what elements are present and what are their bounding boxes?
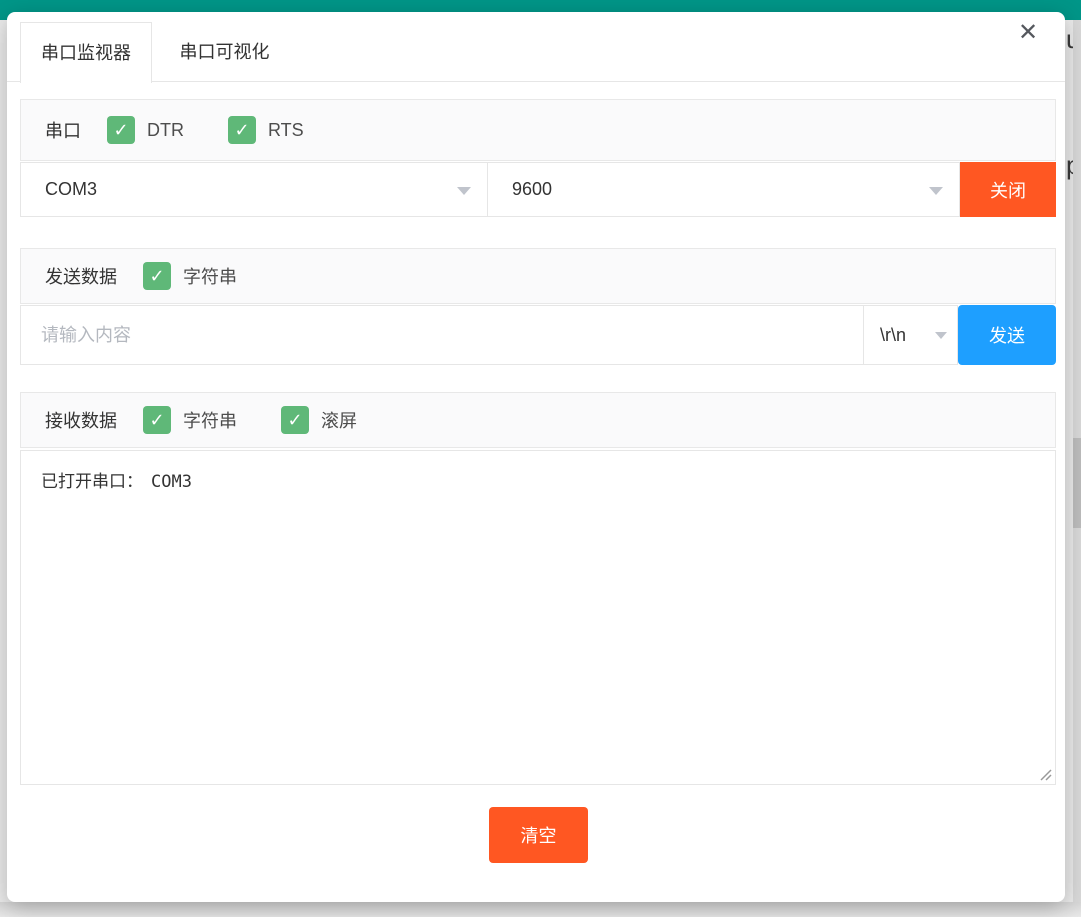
tab-serial-monitor[interactable]: 串口监视器 bbox=[20, 22, 152, 83]
line-ending-select[interactable]: \r\n bbox=[863, 305, 958, 365]
autoscroll-checkbox[interactable]: ✓ bbox=[281, 406, 309, 434]
dialog-tabbar: 串口监视器 串口可视化 bbox=[7, 22, 1065, 82]
serial-section-header: 串口 ✓ DTR ✓ RTS bbox=[20, 99, 1056, 161]
receive-string-checkbox-label[interactable]: 字符串 bbox=[183, 407, 237, 433]
close-port-button[interactable]: 关闭 bbox=[960, 162, 1056, 217]
background-page-bottom bbox=[0, 902, 1081, 917]
serial-port-row: COM3 9600 关闭 bbox=[20, 162, 1056, 217]
clear-button[interactable]: 清空 bbox=[489, 807, 588, 863]
serial-monitor-dialog: 串口监视器 串口可视化 ✕ 串口 ✓ DTR ✓ RTS COM3 9600 关… bbox=[7, 12, 1065, 902]
tab-serial-visualizer[interactable]: 串口可视化 bbox=[152, 22, 297, 82]
receive-section-header: 接收数据 ✓ 字符串 ✓ 滚屏 bbox=[20, 392, 1056, 448]
log-line: 已打开串口： COM3 bbox=[41, 467, 1035, 492]
send-section-header: 发送数据 ✓ 字符串 bbox=[20, 248, 1056, 304]
chevron-down-icon bbox=[935, 332, 947, 339]
dtr-checkbox-label[interactable]: DTR bbox=[147, 120, 184, 141]
serial-section-title: 串口 bbox=[45, 117, 81, 143]
receive-string-checkbox[interactable]: ✓ bbox=[143, 406, 171, 434]
autoscroll-checkbox-label[interactable]: 滚屏 bbox=[321, 407, 357, 433]
chevron-down-icon bbox=[929, 187, 943, 195]
send-string-checkbox[interactable]: ✓ bbox=[143, 262, 171, 290]
rts-checkbox[interactable]: ✓ bbox=[228, 116, 256, 144]
background-scrollbar-thumb[interactable] bbox=[1073, 438, 1081, 528]
rts-checkbox-label[interactable]: RTS bbox=[268, 120, 304, 141]
resize-handle-icon[interactable] bbox=[1038, 767, 1052, 781]
receive-section-title: 接收数据 bbox=[45, 407, 117, 433]
line-ending-select-value: \r\n bbox=[880, 325, 906, 346]
log-line-prefix: 已打开串口： bbox=[41, 472, 143, 491]
send-section-title: 发送数据 bbox=[45, 263, 117, 289]
baud-select[interactable]: 9600 bbox=[487, 162, 960, 217]
receive-log-area[interactable]: 已打开串口： COM3 bbox=[20, 450, 1056, 785]
send-button[interactable]: 发送 bbox=[958, 305, 1056, 365]
send-row: \r\n 发送 bbox=[20, 305, 1056, 365]
log-line-port: COM3 bbox=[151, 472, 192, 492]
port-select[interactable]: COM3 bbox=[20, 162, 488, 217]
chevron-down-icon bbox=[457, 187, 471, 195]
baud-select-value: 9600 bbox=[512, 179, 552, 200]
port-select-value: COM3 bbox=[45, 179, 97, 200]
dtr-checkbox[interactable]: ✓ bbox=[107, 116, 135, 144]
close-icon[interactable]: ✕ bbox=[1013, 18, 1043, 48]
background-scrollbar[interactable] bbox=[1073, 20, 1081, 917]
send-string-checkbox-label[interactable]: 字符串 bbox=[183, 263, 237, 289]
send-input[interactable] bbox=[20, 305, 864, 365]
